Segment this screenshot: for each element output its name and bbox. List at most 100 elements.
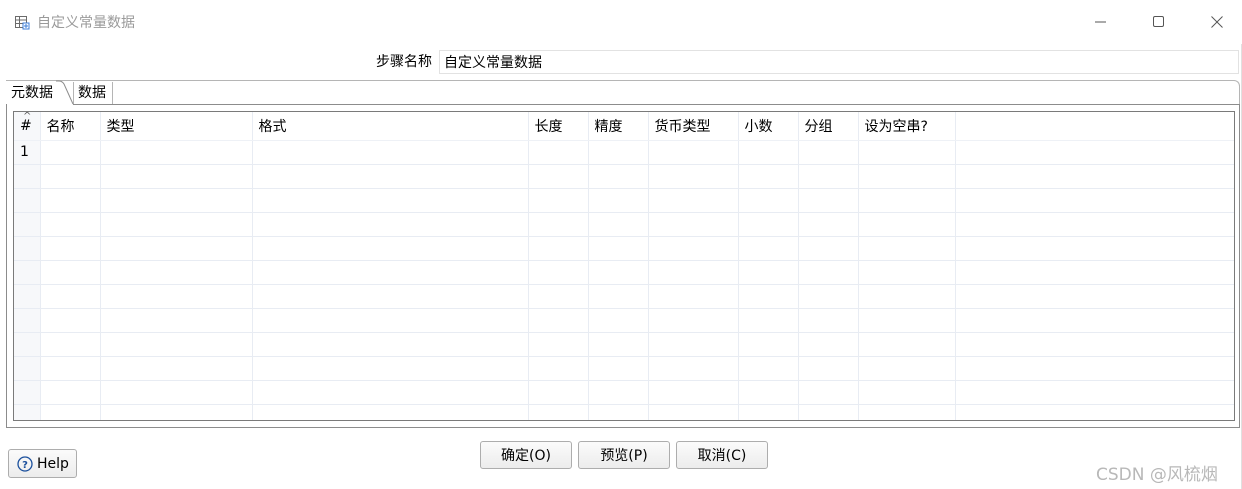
cell-precision[interactable]	[588, 308, 649, 333]
cell-set-empty[interactable]	[858, 140, 956, 165]
cell-currency[interactable]	[648, 140, 739, 165]
cell-length[interactable]	[528, 404, 589, 420]
cell-type[interactable]	[100, 356, 253, 381]
cell-length[interactable]	[528, 260, 589, 285]
cell-precision[interactable]	[588, 356, 649, 381]
cell-group[interactable]	[798, 356, 859, 381]
cell-format[interactable]	[252, 188, 529, 213]
tab-data[interactable]: 数据	[73, 82, 113, 104]
cell-row-number[interactable]	[14, 332, 41, 357]
column-header-precision[interactable]: 精度	[588, 112, 649, 141]
cell-precision[interactable]	[588, 404, 649, 420]
cell-name[interactable]	[40, 236, 101, 261]
cell-row-number[interactable]	[14, 284, 41, 309]
table-row[interactable]	[14, 236, 1234, 261]
cell-type[interactable]	[100, 236, 253, 261]
cell-length[interactable]	[528, 140, 589, 165]
cell-type[interactable]	[100, 332, 253, 357]
cell-format[interactable]	[252, 212, 529, 237]
table-row[interactable]	[14, 356, 1234, 381]
cell-format[interactable]	[252, 380, 529, 405]
cell-decimal[interactable]	[738, 380, 799, 405]
cell-group[interactable]	[798, 404, 859, 420]
close-button[interactable]	[1188, 0, 1242, 44]
cell-name[interactable]	[40, 188, 101, 213]
cell-group[interactable]	[798, 164, 859, 189]
cell-group[interactable]	[798, 212, 859, 237]
cell-set-empty[interactable]	[858, 332, 956, 357]
cell-set-empty[interactable]	[858, 356, 956, 381]
cell-length[interactable]	[528, 188, 589, 213]
cell-format[interactable]	[252, 284, 529, 309]
cell-currency[interactable]	[648, 332, 739, 357]
maximize-button[interactable]	[1130, 0, 1188, 44]
preview-button[interactable]: 预览(P)	[578, 441, 670, 469]
cell-currency[interactable]	[648, 164, 739, 189]
cell-group[interactable]	[798, 260, 859, 285]
cell-set-empty[interactable]	[858, 308, 956, 333]
cell-name[interactable]	[40, 164, 101, 189]
cell-name[interactable]	[40, 332, 101, 357]
column-header-number[interactable]: ^ #	[14, 112, 41, 141]
cell-name[interactable]	[40, 380, 101, 405]
cell-precision[interactable]	[588, 380, 649, 405]
cell-decimal[interactable]	[738, 284, 799, 309]
cell-format[interactable]	[252, 140, 529, 165]
cell-length[interactable]	[528, 212, 589, 237]
cell-decimal[interactable]	[738, 188, 799, 213]
table-row[interactable]: 1	[14, 140, 1234, 165]
cell-group[interactable]	[798, 236, 859, 261]
cell-currency[interactable]	[648, 284, 739, 309]
cell-name[interactable]	[40, 308, 101, 333]
table-row[interactable]	[14, 380, 1234, 405]
cell-set-empty[interactable]	[858, 164, 956, 189]
cell-row-number[interactable]	[14, 308, 41, 333]
cell-type[interactable]	[100, 284, 253, 309]
cell-group[interactable]	[798, 188, 859, 213]
column-header-currency[interactable]: 货币类型	[648, 112, 739, 141]
cell-precision[interactable]	[588, 188, 649, 213]
cell-type[interactable]	[100, 212, 253, 237]
cell-group[interactable]	[798, 308, 859, 333]
cell-format[interactable]	[252, 308, 529, 333]
cell-type[interactable]	[100, 164, 253, 189]
cell-format[interactable]	[252, 236, 529, 261]
cell-type[interactable]	[100, 308, 253, 333]
cell-precision[interactable]	[588, 236, 649, 261]
column-header-name[interactable]: 名称	[40, 112, 101, 141]
cell-name[interactable]	[40, 356, 101, 381]
column-header-decimal[interactable]: 小数	[738, 112, 799, 141]
cell-type[interactable]	[100, 260, 253, 285]
cell-set-empty[interactable]	[858, 236, 956, 261]
cell-row-number[interactable]	[14, 260, 41, 285]
cell-currency[interactable]	[648, 188, 739, 213]
cell-length[interactable]	[528, 236, 589, 261]
table-row[interactable]	[14, 164, 1234, 189]
cell-row-number[interactable]	[14, 236, 41, 261]
cell-set-empty[interactable]	[858, 260, 956, 285]
cell-decimal[interactable]	[738, 308, 799, 333]
cell-row-number[interactable]	[14, 356, 41, 381]
table-row[interactable]	[14, 188, 1234, 213]
table-row[interactable]	[14, 332, 1234, 357]
step-name-input[interactable]	[439, 50, 1239, 74]
cell-length[interactable]	[528, 332, 589, 357]
cell-row-number[interactable]	[14, 164, 41, 189]
cell-type[interactable]	[100, 404, 253, 420]
cell-group[interactable]	[798, 380, 859, 405]
table-row[interactable]	[14, 212, 1234, 237]
metadata-table[interactable]: ^ # 名称 类型 格式 长度 精度 货币类型 小数 分组 设为空串? 1	[13, 111, 1235, 421]
cancel-button[interactable]: 取消(C)	[676, 441, 768, 469]
cell-decimal[interactable]	[738, 332, 799, 357]
cell-group[interactable]	[798, 140, 859, 165]
cell-set-empty[interactable]	[858, 284, 956, 309]
cell-format[interactable]	[252, 332, 529, 357]
cell-precision[interactable]	[588, 212, 649, 237]
table-row[interactable]	[14, 284, 1234, 309]
cell-row-number[interactable]: 1	[14, 140, 41, 165]
column-header-set-empty[interactable]: 设为空串?	[858, 112, 956, 141]
cell-precision[interactable]	[588, 332, 649, 357]
column-header-type[interactable]: 类型	[100, 112, 253, 141]
cell-set-empty[interactable]	[858, 212, 956, 237]
ok-button[interactable]: 确定(O)	[480, 441, 572, 469]
